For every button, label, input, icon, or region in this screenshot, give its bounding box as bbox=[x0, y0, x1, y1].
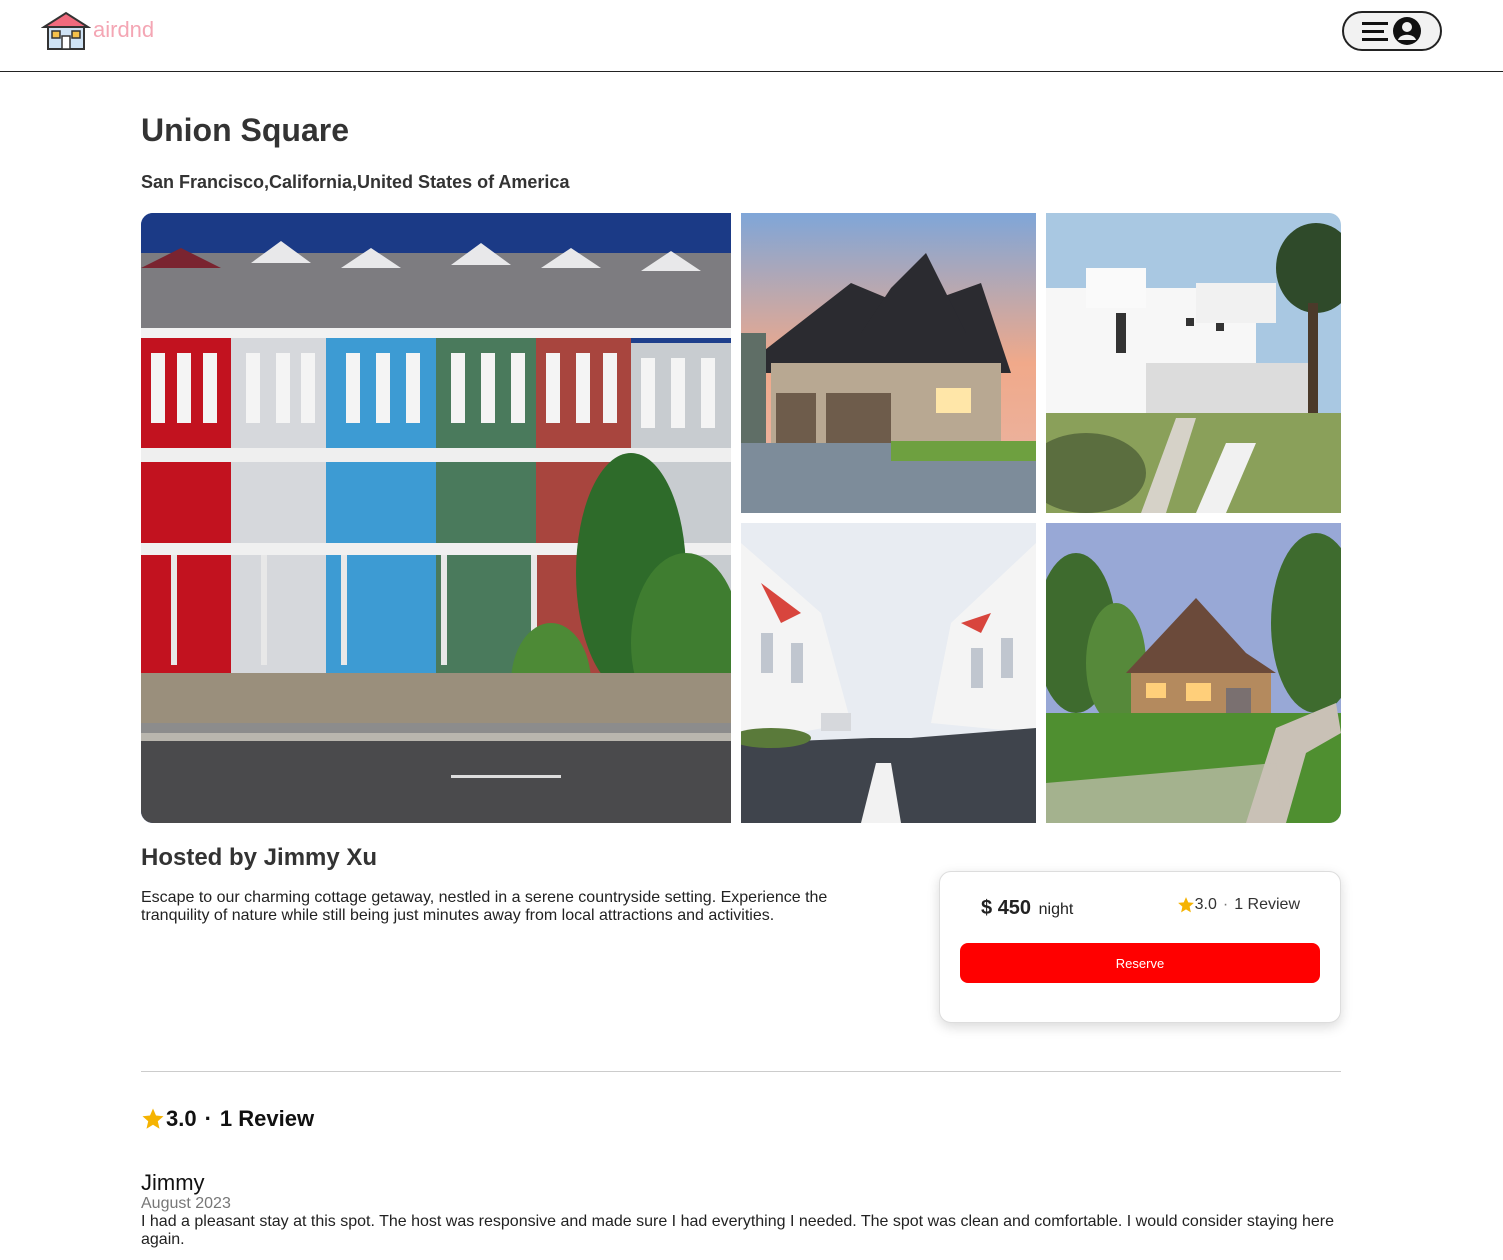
price-amount: 450 bbox=[997, 897, 1032, 919]
reviews-count: 1 Review bbox=[219, 1106, 315, 1131]
star-icon bbox=[1177, 897, 1194, 913]
spot-description: Escape to our charming cottage getaway, … bbox=[141, 889, 828, 924]
review-date: August 2023 bbox=[141, 1195, 231, 1212]
reviews-heading: 3.0 · 1 Review bbox=[141, 1106, 314, 1132]
card-review-count: 1 Review bbox=[1234, 896, 1300, 913]
price: $ 450 night bbox=[981, 897, 1073, 920]
review-text: I had a pleasant stay at this spot. The … bbox=[141, 1213, 1335, 1248]
photo-3[interactable] bbox=[1046, 213, 1341, 513]
section-divider bbox=[141, 1071, 1341, 1072]
spot-location: San Francisco,California,United States o… bbox=[141, 172, 570, 192]
spot-title: Union Square bbox=[141, 112, 350, 148]
card-rating-value: 3.0 bbox=[1194, 896, 1217, 913]
brand-name: airdnd bbox=[93, 17, 155, 42]
booking-card: $ 450 night 3.0 · 1 Review Reserve bbox=[939, 871, 1341, 1023]
reserve-button[interactable]: Reserve bbox=[960, 943, 1320, 983]
user-circle-icon bbox=[1393, 17, 1421, 45]
card-rating-separator: · bbox=[1222, 896, 1229, 913]
price-currency: $ bbox=[981, 897, 993, 919]
photo-gallery bbox=[141, 213, 1341, 823]
main-photo[interactable] bbox=[141, 213, 731, 823]
star-icon bbox=[142, 1108, 164, 1129]
photo-2[interactable] bbox=[741, 213, 1036, 513]
card-rating: 3.0 · 1 Review bbox=[1177, 896, 1300, 914]
profile-menu-button[interactable] bbox=[1342, 11, 1442, 51]
reviewer-name: Jimmy bbox=[141, 1170, 205, 1195]
reviews-separator: · bbox=[204, 1106, 212, 1131]
photo-5[interactable] bbox=[1046, 523, 1341, 823]
host-heading: Hosted by Jimmy Xu bbox=[141, 844, 378, 871]
price-unit: night bbox=[1038, 901, 1074, 918]
house-logo-icon bbox=[41, 11, 91, 50]
logo-link[interactable]: airdnd bbox=[41, 11, 154, 51]
top-navbar: airdnd bbox=[0, 0, 1503, 72]
reviews-rating: 3.0 bbox=[166, 1106, 197, 1131]
hamburger-icon bbox=[1362, 22, 1388, 41]
photo-4[interactable] bbox=[741, 523, 1036, 823]
